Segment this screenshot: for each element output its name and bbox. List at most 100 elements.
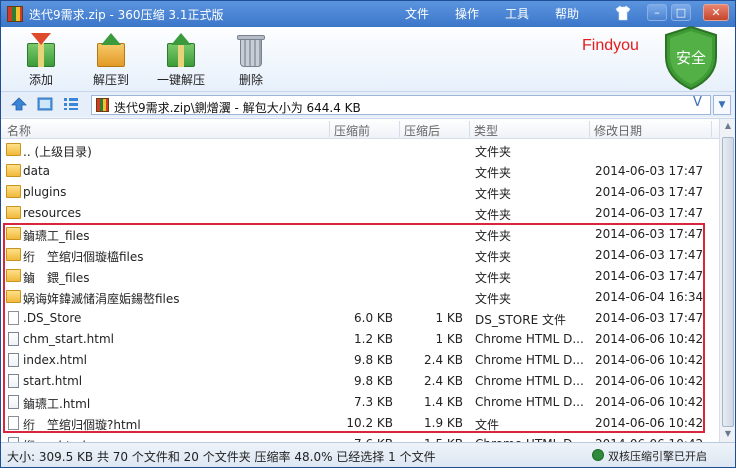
column-type[interactable]: 类型 <box>474 122 498 139</box>
file-type: 文件夹 <box>475 208 512 222</box>
file-type: 文件夹 <box>475 250 512 264</box>
file-row[interactable]: .. (上级目录) 文件夹 <box>1 140 719 161</box>
file-name: 鏀瓙工_files <box>23 229 90 243</box>
file-type: Chrome HTML D... <box>475 332 583 346</box>
file-name: 鏀 鍡_files <box>23 271 90 285</box>
folder-icon <box>6 269 21 282</box>
file-modified-date: 2014-06-04 16:34 <box>595 290 704 304</box>
menu-file[interactable]: 文件 <box>405 5 455 22</box>
one-click-extract-button[interactable]: 一键解压 <box>149 33 213 88</box>
file-compressed-size: 1.9 KB <box>424 416 463 430</box>
maximize-button[interactable]: □ <box>671 4 691 21</box>
path-verify-icon[interactable]: V <box>693 95 702 110</box>
file-modified-date: 2014-06-06 10:42 <box>595 374 704 388</box>
file-row[interactable]: 鏀 鍡_files 文件夹 2014-06-03 17:47 <box>1 266 719 287</box>
file-original-size: 1.2 KB <box>354 332 393 346</box>
folder-icon <box>6 206 21 219</box>
file-modified-date: 2014-06-03 17:47 <box>595 248 704 262</box>
file-compressed-size: 1 KB <box>435 311 463 325</box>
file-name: 绗 笁绾归個璇?html <box>23 418 141 432</box>
add-button[interactable]: 添加 <box>9 33 73 88</box>
skin-shirt-icon[interactable] <box>615 5 631 21</box>
file-modified-date: 2014-06-03 17:47 <box>595 164 704 178</box>
file-modified-date: 2014-06-03 17:47 <box>595 227 704 241</box>
file-row[interactable]: 鏀瓙工.html 7.3 KB 1.4 KB Chrome HTML D... 2014… <box>1 392 719 413</box>
file-row[interactable]: 绗 ...html7.6 KB1.5 KBChrome HTML D...201… <box>1 434 719 442</box>
thumbnail-view-icon[interactable] <box>37 97 53 111</box>
column-original-size[interactable]: 压缩前 <box>334 122 370 139</box>
extract-to-button[interactable]: 解压到 <box>79 33 143 88</box>
delete-button[interactable]: 删除 <box>219 33 283 88</box>
vertical-scrollbar[interactable]: ▲ ▼ <box>719 119 735 442</box>
up-arrow-icon[interactable] <box>11 97 27 111</box>
file-row[interactable]: resources 文件夹 2014-06-03 17:47 <box>1 203 719 224</box>
html-file-icon <box>8 332 19 346</box>
brand-watermark: Findyou <box>582 37 639 54</box>
file-compressed-size: 1 KB <box>435 332 463 346</box>
menu-operate[interactable]: 操作 <box>455 5 505 22</box>
html-file-icon <box>8 374 19 388</box>
address-bar: 迭代9需求.zip\鍘熷瀷 - 解包大小为 644.4 KB V ▼ <box>1 91 735 117</box>
folder-icon <box>6 164 21 177</box>
html-file-icon <box>8 353 19 367</box>
status-bar: 大小: 309.5 KB 共 70 个文件和 20 个文件夹 压缩率 48.0%… <box>1 442 735 467</box>
file-icon <box>8 416 19 430</box>
security-shield-badge[interactable]: 安全 <box>662 25 720 91</box>
extract-to-icon <box>94 33 128 69</box>
file-compressed-size: 1.4 KB <box>424 395 463 409</box>
file-name: 绗 笁绾归個璇橀files <box>23 250 144 264</box>
file-row[interactable]: 绗 笁绾归個璇?html 10.2 KB 1.9 KB 文件 2014-06-06 10… <box>1 413 719 434</box>
file-row[interactable]: 绗 笁绾归個璇橀files 文件夹 2014-06-03 17:47 <box>1 245 719 266</box>
delete-button-label: 删除 <box>238 73 263 87</box>
menu-tools[interactable]: 工具 <box>505 5 555 22</box>
file-type: 文件夹 <box>475 187 512 201</box>
one-click-extract-label: 一键解压 <box>156 73 205 87</box>
file-row[interactable]: start.html 9.8 KB 2.4 KB Chrome HTML D... 20… <box>1 371 719 392</box>
minimize-button[interactable]: – <box>647 4 667 21</box>
scrollbar-thumb[interactable] <box>722 137 734 427</box>
folder-icon <box>6 143 21 156</box>
column-name[interactable]: 名称 <box>7 122 31 139</box>
column-modified-date[interactable]: 修改日期 <box>594 122 642 139</box>
folder-icon <box>6 248 21 261</box>
column-compressed-size[interactable]: 压缩后 <box>404 122 440 139</box>
file-row[interactable]: data 文件夹 2014-06-03 17:47 <box>1 161 719 182</box>
file-type: 文件夹 <box>475 145 512 159</box>
app-window: 迭代9需求.zip - 360压缩 3.1正式版 文件 操作 工具 帮助 – □… <box>0 0 736 468</box>
file-type: 文件夹 <box>475 271 512 285</box>
file-name: 鏀瓙工.html <box>23 397 91 411</box>
path-text: 迭代9需求.zip\鍘熷瀷 - 解包大小为 644.4 KB <box>114 101 361 115</box>
file-name: .DS_Store <box>23 311 82 325</box>
file-row[interactable]: index.html 9.8 KB 2.4 KB Chrome HTML D... 20… <box>1 350 719 371</box>
file-type: 文件 <box>475 418 500 432</box>
file-modified-date: 2014-06-06 10:42 <box>595 416 704 430</box>
scroll-up-arrow-icon[interactable]: ▲ <box>722 121 734 135</box>
menu-help[interactable]: 帮助 <box>555 5 605 22</box>
file-name: data <box>23 164 51 178</box>
file-original-size: 9.8 KB <box>354 374 393 388</box>
scroll-down-arrow-icon[interactable]: ▼ <box>722 429 734 442</box>
file-original-size: 6.0 KB <box>354 311 393 325</box>
path-field[interactable]: 迭代9需求.zip\鍘熷瀷 - 解包大小为 644.4 KB <box>91 95 711 115</box>
file-row[interactable]: .DS_Store 6.0 KB 1 KB DS_STORE 文件 2014-06-03… <box>1 308 719 329</box>
delete-bin-icon <box>234 33 268 69</box>
file-modified-date: 2014-06-06 10:42 <box>595 395 704 409</box>
file-original-size: 7.3 KB <box>354 395 393 409</box>
folder-icon <box>6 290 21 303</box>
file-row[interactable]: 鏀瓙工_files 文件夹 2014-06-03 17:47 <box>1 224 719 245</box>
close-button[interactable]: ✕ <box>703 4 729 21</box>
list-view-icon[interactable] <box>63 97 79 111</box>
file-row[interactable]: plugins 文件夹 2014-06-03 17:47 <box>1 182 719 203</box>
file-compressed-size: 2.4 KB <box>424 353 463 367</box>
title-bar: 迭代9需求.zip - 360压缩 3.1正式版 文件 操作 工具 帮助 – □… <box>1 1 735 27</box>
folder-icon <box>6 185 21 198</box>
zip-archive-icon <box>7 6 23 22</box>
file-name: start.html <box>23 374 83 388</box>
file-row[interactable]: 娲诲姩鍏滅储涓庢姤鍚嶅files 文件夹 2014-06-04 16:34 <box>1 287 719 308</box>
file-row[interactable]: chm_start.html 1.2 KB 1 KB Chrome HTML D...… <box>1 329 719 350</box>
path-dropdown-button[interactable]: ▼ <box>713 95 731 115</box>
file-name: resources <box>23 206 82 220</box>
add-button-label: 添加 <box>28 73 53 87</box>
security-label: 安全 <box>675 49 706 67</box>
file-modified-date: 2014-06-06 10:42 <box>595 353 704 367</box>
